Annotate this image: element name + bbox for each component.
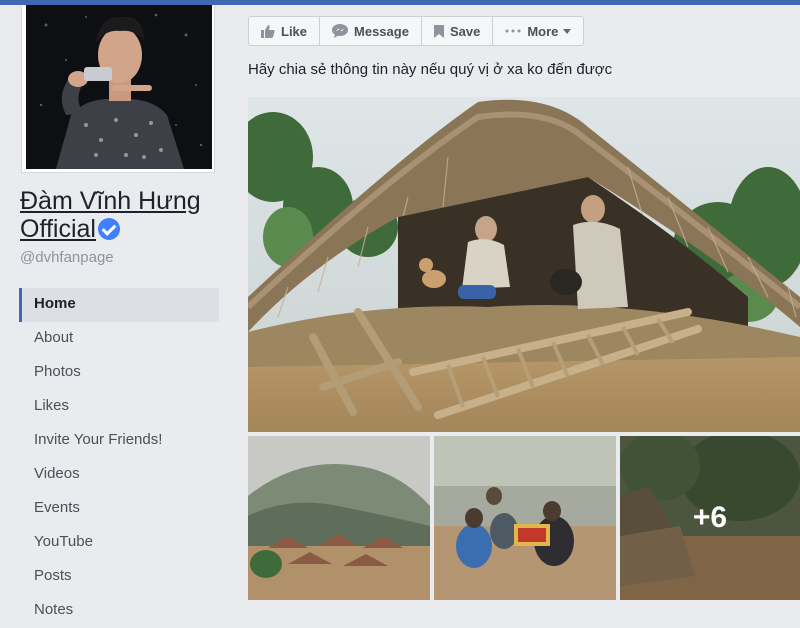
profile-picture[interactable] [26, 5, 212, 169]
nav-item-posts[interactable]: Posts [19, 560, 219, 594]
save-label: Save [449, 23, 481, 39]
more-button[interactable]: More [492, 16, 585, 46]
more-label: More [527, 23, 559, 39]
nav-item-photos[interactable]: Photos [19, 356, 219, 390]
nav-item-youtube[interactable]: YouTube [19, 526, 219, 560]
nav-item-home[interactable]: Home [19, 288, 219, 322]
like-button[interactable]: Like [248, 16, 321, 46]
ellipsis-icon [505, 29, 521, 33]
post-main-photo[interactable] [248, 97, 800, 432]
message-label: Message [354, 23, 409, 39]
post-photo-thumbnail[interactable] [434, 436, 616, 600]
page-action-toolbar: Like Message Save More [248, 16, 585, 46]
page-navigation: Home About Photos Likes Invite Your Frie… [19, 288, 219, 628]
page-title[interactable]: Đàm Vĩnh Hưng Official [20, 187, 225, 243]
nav-item-videos[interactable]: Videos [19, 458, 219, 492]
page-username[interactable]: @dvhfanpage [20, 249, 114, 266]
left-sidebar: Đàm Vĩnh Hưng Official @dvhfanpage Home … [0, 5, 234, 618]
profile-picture-frame[interactable] [21, 5, 215, 173]
nav-item-about[interactable]: About [19, 322, 219, 356]
nav-item-events[interactable]: Events [19, 492, 219, 526]
chevron-down-icon [563, 28, 572, 34]
verified-badge-icon [97, 218, 120, 240]
post-photo-thumbnail[interactable]: +6 [620, 436, 800, 600]
bookmark-icon [433, 24, 444, 38]
nav-item-notes[interactable]: Notes [19, 594, 219, 628]
message-button[interactable]: Message [319, 16, 422, 46]
save-button[interactable]: Save [420, 16, 494, 46]
post-message: Hãy chia sẻ thông tin này nếu quý vị ở x… [248, 61, 613, 78]
nav-item-likes[interactable]: Likes [19, 390, 219, 424]
message-bubble-icon [332, 24, 349, 38]
like-label: Like [281, 23, 308, 39]
more-photos-count[interactable]: +6 [620, 436, 800, 600]
thumbs-up-icon [261, 24, 275, 38]
nav-item-invite-friends[interactable]: Invite Your Friends! [19, 424, 219, 458]
post-photo-thumbnail[interactable] [248, 436, 430, 600]
